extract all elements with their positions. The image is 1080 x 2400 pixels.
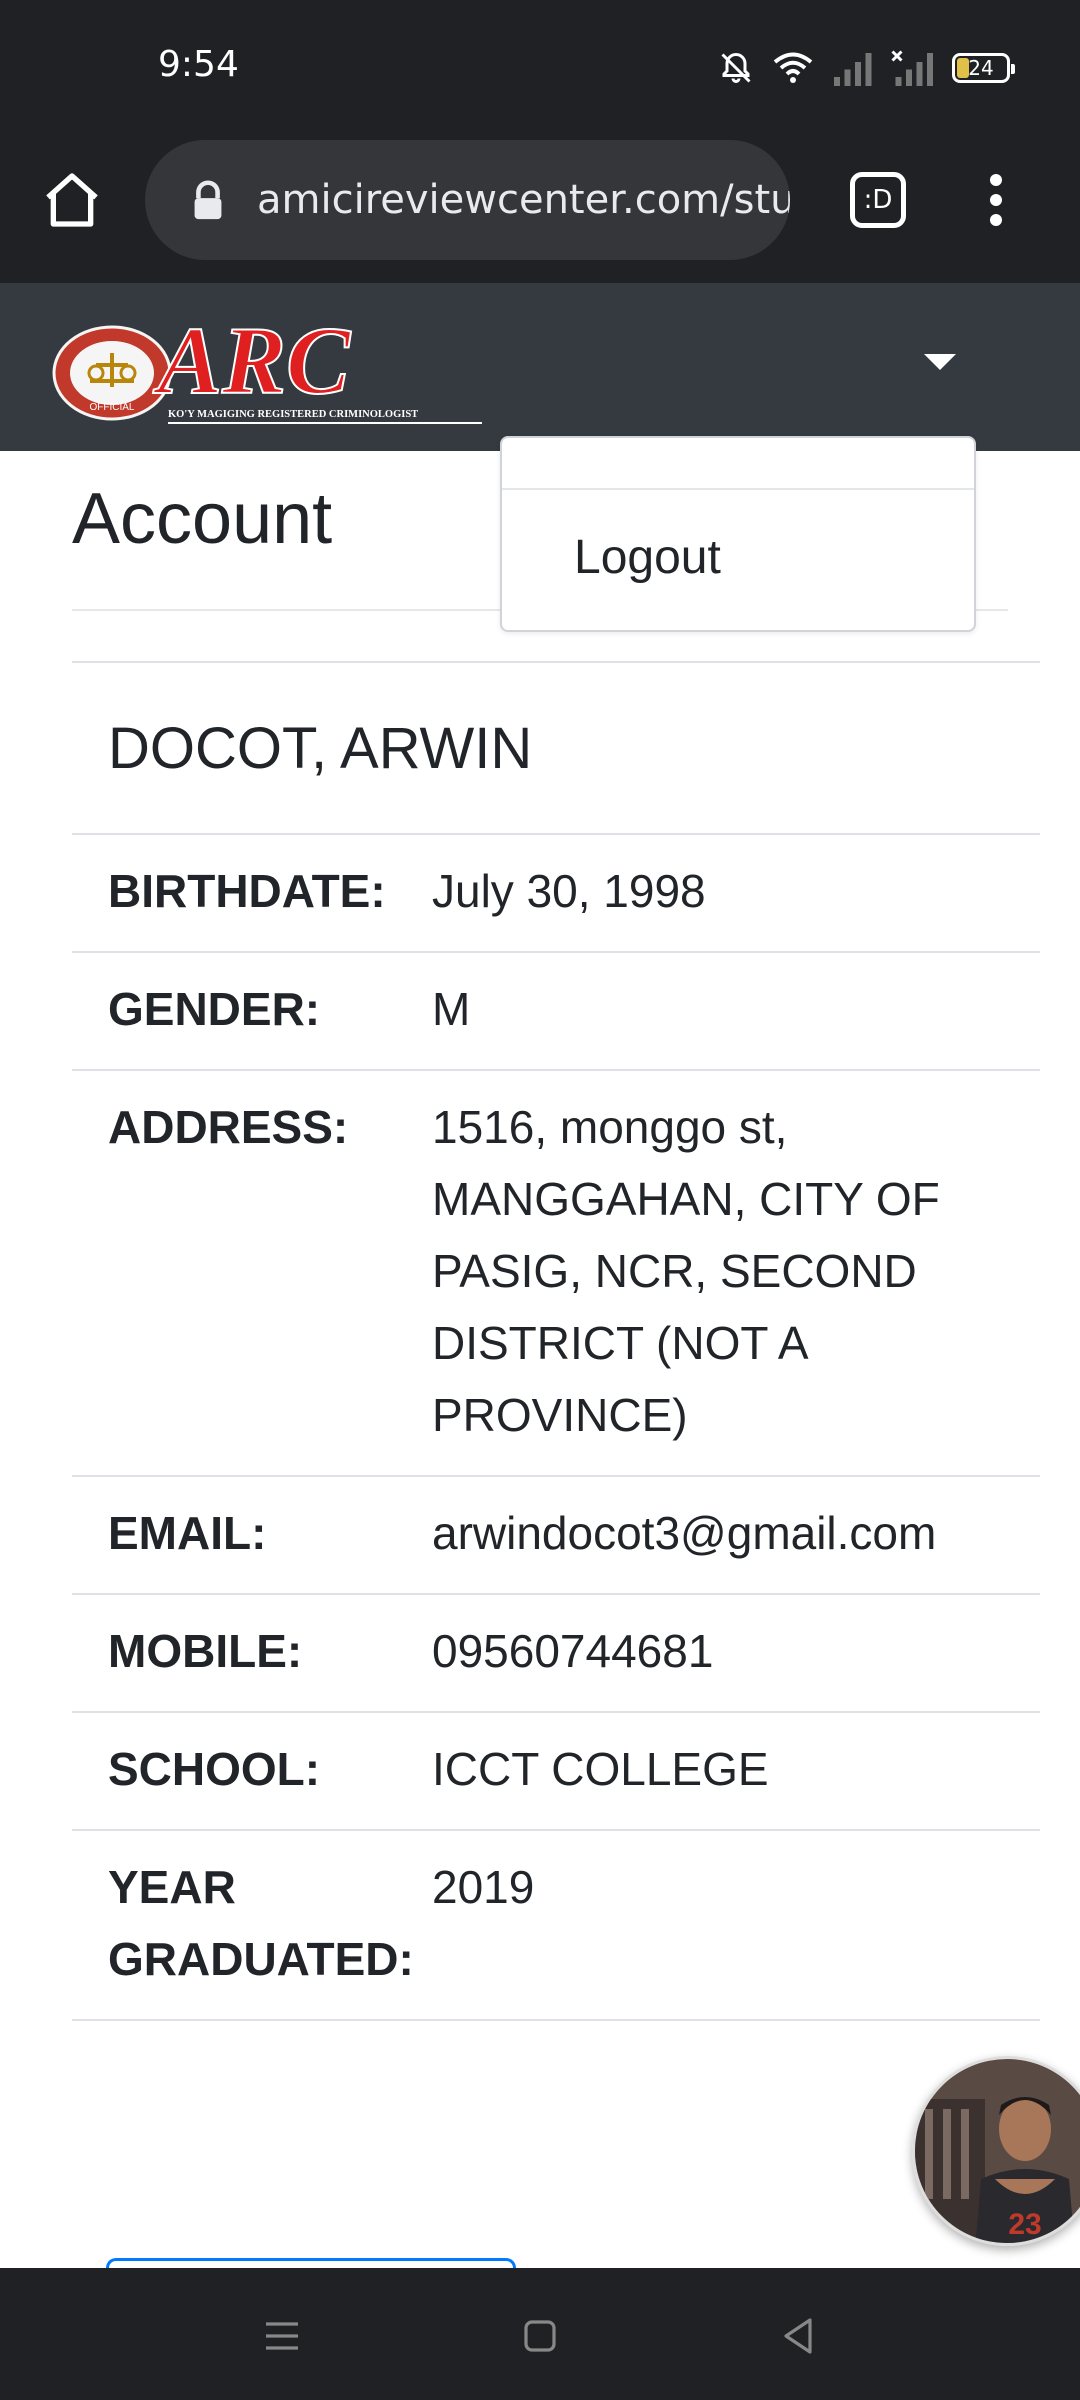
logo-main-text: ARC (153, 307, 351, 414)
address-bar[interactable]: amicireviewcenter.com/stu (145, 140, 790, 260)
row-label: MOBILE: (108, 1625, 303, 1677)
row-label: SCHOOL: (108, 1743, 321, 1795)
row-value: 1516, monggo st, MANGGAHAN, CITY OF PASI… (432, 1101, 940, 1441)
caret-down-icon[interactable] (920, 350, 960, 374)
dropdown-divider (502, 488, 974, 490)
wifi-icon (773, 52, 813, 83)
table-row: MOBILE: 09560744681 (72, 1595, 1040, 1713)
mute-bell-icon (721, 52, 751, 83)
row-value: 09560744681 (432, 1625, 714, 1677)
browser-toolbar: amicireviewcenter.com/stu :D (0, 130, 1080, 283)
recents-menu-icon[interactable] (258, 2312, 306, 2360)
page-title: Account (72, 479, 333, 559)
back-triangle-icon[interactable] (774, 2312, 822, 2360)
table-row: BIRTHDATE: July 30, 1998 (72, 835, 1040, 953)
table-row: EMAIL: arwindocot3@gmail.com (72, 1477, 1040, 1595)
tab-switcher-label: :D (863, 185, 893, 215)
avatar-photo: 23 (915, 2059, 1080, 2243)
browser-menu-button[interactable] (978, 170, 1014, 230)
row-value: ICCT COLLEGE (432, 1743, 769, 1795)
url-text: amicireviewcenter.com/stu (257, 177, 790, 223)
menu-dot (990, 174, 1002, 186)
arc-logo[interactable]: OFFICIAL ARC KO'Y MAGIGING REGISTERED CR… (50, 303, 490, 433)
account-dropdown-menu: Logout (500, 436, 976, 632)
table-row: ADDRESS: 1516, monggo st, MANGGAHAN, CIT… (72, 1071, 1040, 1477)
profile-name-row: DOCOT, ARWIN (72, 663, 1040, 835)
svg-text:23: 23 (1008, 2208, 1041, 2241)
site-navbar: OFFICIAL ARC KO'Y MAGIGING REGISTERED CR… (0, 283, 1080, 451)
table-row: SCHOOL: ICCT COLLEGE (72, 1713, 1040, 1831)
logo-tagline: KO'Y MAGIGING REGISTERED CRIMINOLOGIST (168, 409, 418, 420)
profile-name: DOCOT, ARWIN (108, 715, 533, 781)
profile-table: DOCOT, ARWIN BIRTHDATE: July 30, 1998 GE… (72, 661, 1040, 2021)
signal-icon (834, 53, 872, 86)
status-icons: 24 (718, 48, 1015, 88)
menu-dot (990, 194, 1002, 206)
lock-icon (194, 180, 222, 220)
row-value: 2019 (432, 1861, 535, 1913)
chat-head-avatar[interactable]: 23 (912, 2056, 1080, 2246)
menu-dot (990, 214, 1002, 226)
tab-switcher-button[interactable]: :D (850, 172, 906, 228)
status-time: 9:54 (158, 44, 239, 85)
logo-seal-text: OFFICIAL (89, 402, 134, 413)
row-value: arwindocot3@gmail.com (432, 1507, 937, 1559)
status-bar: 9:54 24 (0, 0, 1080, 130)
table-row: YEAR GRADUATED: 2019 (72, 1831, 1040, 2021)
table-row: GENDER: M (72, 953, 1040, 1071)
battery-level: 24 (968, 56, 994, 80)
row-label: YEAR GRADUATED: (108, 1861, 414, 1985)
system-navigation-bar (0, 2268, 1080, 2400)
home-square-icon[interactable] (516, 2312, 564, 2360)
row-value: July 30, 1998 (432, 865, 706, 917)
home-icon[interactable] (40, 168, 104, 232)
row-label: BIRTHDATE: (108, 865, 386, 917)
row-value: M (432, 983, 471, 1035)
battery-icon: 24 (952, 53, 1015, 83)
signal-no-service-icon (891, 50, 933, 86)
logout-menu-item[interactable]: Logout (574, 530, 721, 585)
row-label: ADDRESS: (108, 1101, 349, 1153)
row-label: EMAIL: (108, 1507, 267, 1559)
row-label: GENDER: (108, 983, 321, 1035)
